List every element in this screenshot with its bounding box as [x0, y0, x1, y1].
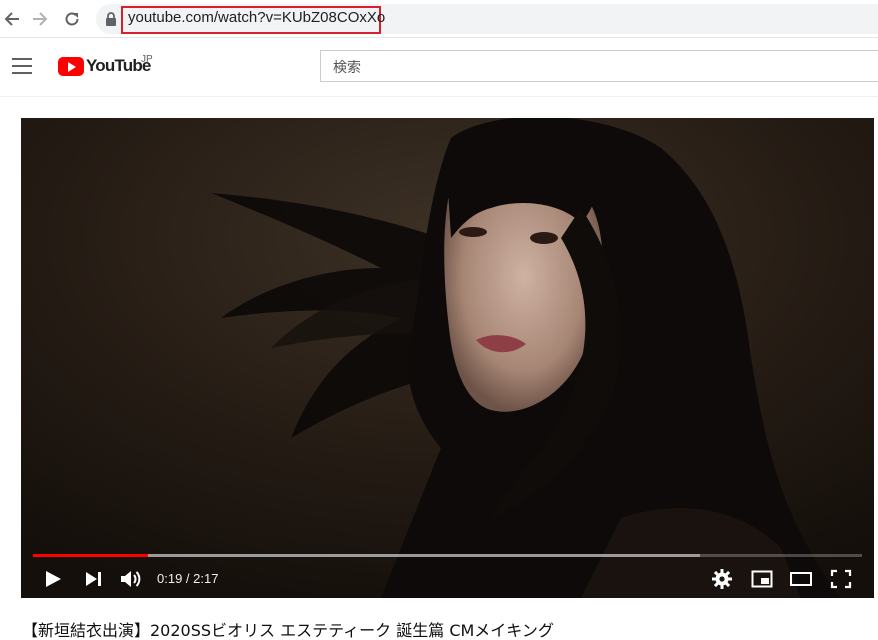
volume-icon[interactable] — [119, 568, 143, 590]
search-placeholder: 検索 — [333, 60, 361, 76]
forward-arrow-icon[interactable] — [28, 7, 52, 31]
reload-icon[interactable] — [60, 7, 84, 31]
player-controls: 0:19 / 2:17 — [21, 560, 874, 598]
browser-toolbar: youtube.com/watch?v=KUbZ08COxXo — [0, 0, 878, 38]
video-frame — [21, 118, 874, 598]
played-bar — [33, 554, 149, 557]
fullscreen-icon[interactable] — [829, 568, 853, 590]
next-icon[interactable] — [81, 568, 105, 590]
youtube-logo[interactable]: YouTube — [58, 55, 151, 77]
hamburger-menu-icon[interactable] — [12, 58, 32, 74]
play-icon[interactable] — [41, 568, 65, 590]
search-input[interactable]: 検索 — [320, 50, 878, 82]
youtube-header: YouTube JP 検索 — [0, 38, 878, 96]
settings-gear-icon[interactable] — [710, 568, 734, 590]
region-code: JP — [141, 54, 153, 65]
url-text[interactable]: youtube.com/watch?v=KUbZ08COxXo — [128, 9, 385, 26]
lock-icon — [106, 12, 116, 26]
progress-bar[interactable] — [33, 554, 862, 557]
miniplayer-icon[interactable] — [750, 568, 774, 590]
theater-mode-icon[interactable] — [789, 568, 813, 590]
header-divider — [0, 96, 878, 97]
youtube-play-logo-icon — [58, 56, 84, 76]
time-display: 0:19 / 2:17 — [157, 571, 219, 586]
video-title: 【新垣結衣出演】2020SSビオリス エステティーク 誕生篇 CMメイキング — [22, 621, 554, 640]
back-arrow-icon[interactable] — [0, 7, 24, 31]
video-player[interactable]: 0:19 / 2:17 — [21, 118, 874, 598]
